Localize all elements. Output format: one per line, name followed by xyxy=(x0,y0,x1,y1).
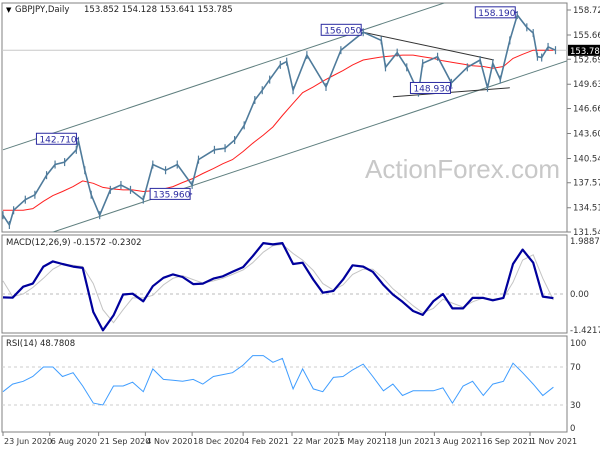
rsi-title: RSI(14) 48.7808 xyxy=(6,339,75,349)
rsi-tick-label: 70 xyxy=(570,363,581,373)
y-tick-label: 158.720 xyxy=(573,6,600,16)
x-tick-label: 6 Aug 2020 xyxy=(51,437,97,446)
x-tick-label: 4 Nov 2020 xyxy=(146,437,192,446)
x-tick-label: 4 Feb 2021 xyxy=(244,437,289,446)
macd-tick-label: -1.4217 xyxy=(570,326,600,336)
x-tick-label: 22 Mar 2021 xyxy=(293,437,344,446)
ohlc-values: 153.852 154.128 153.641 153.785 xyxy=(84,5,233,15)
y-tick-label: 155.660 xyxy=(573,31,600,41)
macd-tick-label: 0.00 xyxy=(570,290,589,300)
x-tick-label: 23 Jun 2020 xyxy=(4,437,52,446)
y-tick-label: 140.540 xyxy=(573,154,600,164)
current-price-label: 153.785 xyxy=(570,47,600,57)
x-tick-label: 1 Nov 2021 xyxy=(531,437,577,446)
y-tick-label: 134.510 xyxy=(573,204,600,214)
y-tick-label: 146.660 xyxy=(573,105,600,115)
x-tick-label: 18 Dec 2020 xyxy=(193,437,244,446)
symbol-title: GBPJPY,Daily xyxy=(15,5,69,15)
y-tick-label: 149.630 xyxy=(573,80,600,90)
x-tick-label: 18 Jun 2021 xyxy=(387,437,435,446)
x-tick-label: 5 May 2021 xyxy=(340,437,387,446)
background xyxy=(0,0,600,450)
rsi-tick-label: 100 xyxy=(570,339,586,349)
annotation-label: 148.930 xyxy=(413,84,450,94)
rsi-tick-label: 30 xyxy=(570,401,581,411)
collapse-arrow-icon[interactable]: ▼ xyxy=(6,6,12,14)
macd-tick-label: 1.9887 xyxy=(570,237,600,247)
macd-title: MACD(12,26,9) -0.1572 -0.2302 xyxy=(6,238,142,248)
x-tick-label: 16 Sep 2021 xyxy=(482,437,533,446)
watermark: ActionForex.com xyxy=(365,154,560,184)
rsi-tick-label: 0 xyxy=(570,424,575,434)
y-tick-label: 143.600 xyxy=(573,129,600,139)
annotation-label: 156.050 xyxy=(324,26,361,36)
y-tick-label: 137.570 xyxy=(573,179,600,189)
x-tick-label: 21 Sep 2020 xyxy=(100,437,151,446)
annotation-label: 142.710 xyxy=(39,135,76,145)
annotation-label: 135.960 xyxy=(153,190,190,200)
gbpjpy-chart: ActionForex.com 142.710 135.960 156.050 148… xyxy=(0,0,600,450)
x-tick-label: 3 Aug 2021 xyxy=(435,437,481,446)
annotation-label: 158.190 xyxy=(478,9,515,19)
